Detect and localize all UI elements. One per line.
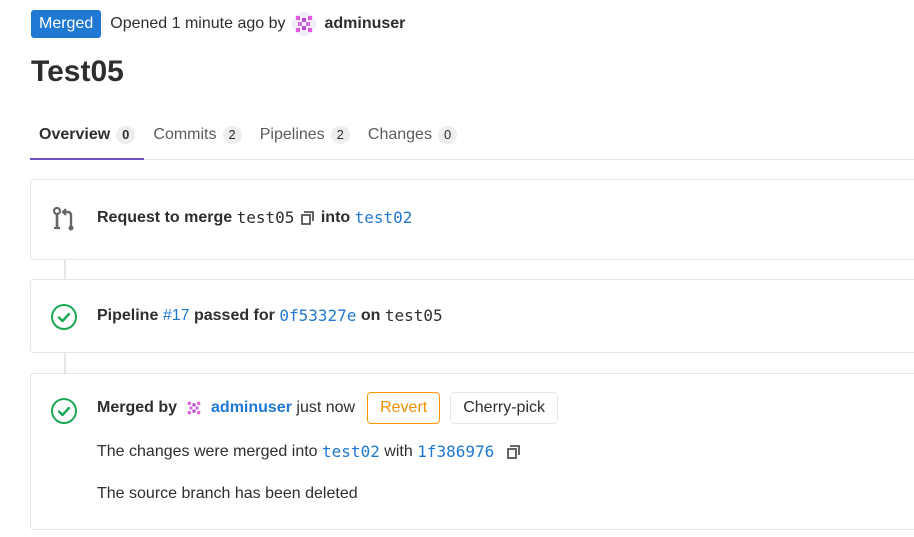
author-link[interactable]: adminuser	[324, 15, 405, 33]
merge-request-icon	[49, 204, 79, 234]
copy-icon[interactable]	[300, 210, 316, 226]
revert-button[interactable]: Revert	[367, 392, 441, 424]
source-branch: test05	[236, 208, 295, 227]
pipeline-id-link[interactable]: #17	[163, 307, 190, 325]
timeline-connector	[64, 353, 66, 373]
mr-header: Merged Opened 1 minute ago by adminuser	[31, 10, 405, 38]
tab-count-badge: 2	[330, 125, 350, 144]
avatar[interactable]	[292, 12, 317, 36]
cherry-pick-button[interactable]: Cherry-pick	[450, 392, 559, 424]
merged-by-user-link[interactable]: adminuser	[211, 399, 292, 417]
pipeline-info: Pipeline #17 passed for 0f53327e on test…	[97, 306, 443, 325]
timeline-connector	[64, 260, 66, 279]
status-success-icon[interactable]	[49, 302, 79, 332]
mr-tabs: Overview 0 Commits 2 Pipelines 2 Changes…	[30, 110, 914, 160]
copy-icon[interactable]	[506, 444, 522, 460]
target-branch-link[interactable]: test02	[355, 208, 413, 227]
opened-text: Opened 1 minute ago by	[110, 15, 286, 32]
merged-by-label: Merged by	[97, 399, 178, 416]
tab-overview[interactable]: Overview 0	[30, 110, 145, 160]
tab-label: Commits	[153, 125, 217, 143]
tab-changes[interactable]: Changes 0	[359, 110, 466, 159]
tab-commits[interactable]: Commits 2	[144, 110, 250, 159]
merge-request-widget: Request to merge test05 into test02	[30, 179, 914, 260]
pipeline-widget: Pipeline #17 passed for 0f53327e on test…	[30, 279, 914, 353]
tab-label: Changes	[367, 125, 432, 143]
on-label: on	[360, 306, 381, 324]
merged-target-branch-link[interactable]: test02	[322, 442, 380, 461]
tab-pipelines[interactable]: Pipelines 2	[251, 110, 359, 159]
status-success-icon	[49, 396, 79, 426]
merge-request-info: Request to merge test05 into test02	[97, 208, 412, 227]
merge-request-page: Merged Opened 1 minute ago by adminuser …	[0, 0, 914, 537]
merged-time: just now	[296, 399, 356, 416]
tab-count-badge: 0	[116, 125, 136, 144]
avatar[interactable]	[185, 399, 203, 417]
changes-merged-label: The changes were merged into	[97, 442, 318, 460]
commit-sha-link[interactable]: 0f53327e	[279, 306, 356, 325]
pipeline-branch: test05	[384, 306, 443, 325]
tab-label: Pipelines	[259, 125, 325, 143]
page-title: Test05	[31, 55, 124, 88]
tab-count-badge: 2	[222, 125, 242, 144]
merged-by-info: Merged by adminuser just now Revert Cher…	[97, 392, 559, 424]
with-label: with	[384, 442, 413, 460]
tab-count-badge: 0	[437, 125, 458, 144]
merged-widget: Merged by adminuser just now Revert Cher…	[30, 373, 914, 530]
request-to-merge-label: Request to merge	[97, 208, 233, 226]
pipeline-label: Pipeline	[97, 306, 159, 324]
merged-into-info: The changes were merged into test02 with…	[97, 442, 522, 461]
tab-label: Overview	[39, 125, 111, 143]
identicon-icon	[296, 16, 313, 32]
merge-commit-link[interactable]: 1f386976	[417, 442, 494, 461]
identicon-icon	[187, 401, 201, 415]
status-badge: Merged	[31, 10, 102, 38]
into-label: into	[320, 208, 351, 226]
source-branch-deleted-text: The source branch has been deleted	[97, 485, 358, 502]
source-deleted-info: The source branch has been deleted	[97, 485, 358, 503]
passed-for-label: passed for	[193, 306, 275, 324]
